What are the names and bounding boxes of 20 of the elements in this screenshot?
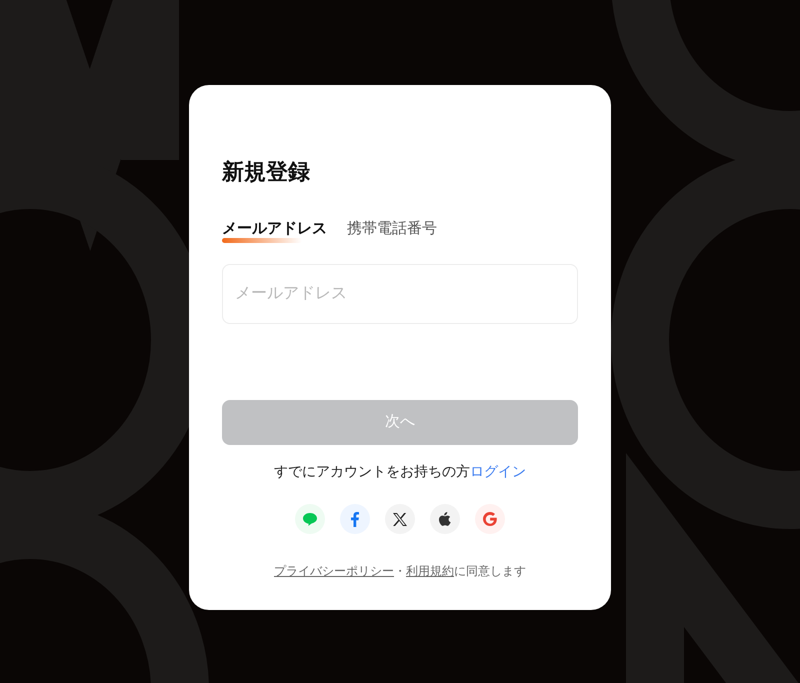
x-logo-icon xyxy=(393,512,407,526)
page-title: 新規登録 xyxy=(222,158,311,186)
line-login-button[interactable] xyxy=(295,504,325,534)
consent-text: に同意します xyxy=(454,563,526,579)
apple-login-button[interactable] xyxy=(430,504,460,534)
google-g-icon xyxy=(483,512,497,526)
tab[interactable]: メールアドレス xyxy=(222,217,327,241)
login-prompt: すでにアカウントをお持ちの方 xyxy=(274,462,470,481)
facebook-f-icon xyxy=(351,512,359,526)
google-login-button[interactable] xyxy=(475,504,505,534)
separator: ・ xyxy=(394,563,406,579)
tab[interactable]: 携帯電話番号 xyxy=(347,217,437,241)
terms-link[interactable]: 利用規約 xyxy=(406,563,454,579)
login-link[interactable]: ログイン xyxy=(470,461,526,481)
facebook-login-button[interactable] xyxy=(340,504,370,534)
apple-icon xyxy=(439,512,451,526)
speech-bubble-icon xyxy=(303,512,317,526)
email-field[interactable]: メールアドレス xyxy=(222,264,578,324)
privacy-policy-link[interactable]: プライバシーポリシー xyxy=(274,563,394,579)
x-login-button[interactable] xyxy=(385,504,415,534)
